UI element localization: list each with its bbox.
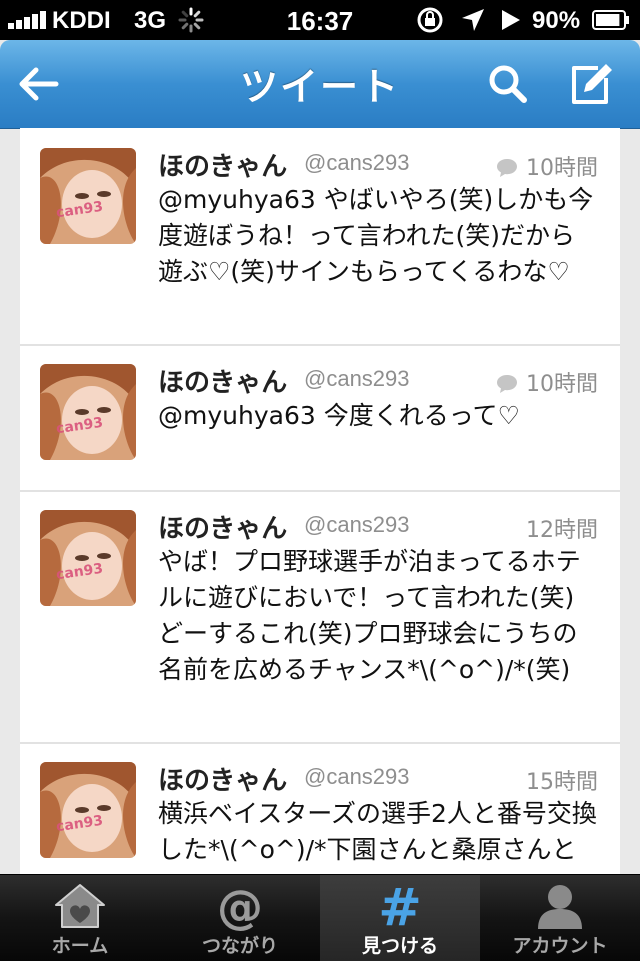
tweet-time-label: 15時間: [526, 770, 598, 795]
tweet-author-name: ほのきゃん: [158, 766, 288, 796]
tweet-item[interactable]: can93 ほのきゃん @cans293 15時間 横浜ベイスターズの選手2人と…: [20, 742, 620, 874]
tweet-author-handle: @cans293: [304, 764, 410, 789]
avatar[interactable]: can93: [40, 510, 136, 606]
tweet-text: 横浜ベイスターズの選手2人と番号交換した*\(^o^)/*下園さんと桑原さんと: [158, 799, 597, 864]
tweet-item[interactable]: can93 ほのきゃん @cans293 10時間 @myuhya63 今度くれ…: [20, 344, 620, 492]
svg-text:#: #: [378, 881, 422, 931]
tweet-author-handle: @cans293: [304, 150, 410, 175]
location-arrow-icon: [462, 9, 484, 31]
tweet-author-name: ほのきゃん: [158, 152, 288, 182]
tab-connect[interactable]: @ つながり: [160, 875, 320, 961]
tab-home[interactable]: ホーム: [0, 875, 160, 961]
tweet-item[interactable]: can93 ほのきゃん @cans293 10時間 @myuhya63 やばいや…: [20, 128, 620, 346]
status-bar: KDDI 3G 16:37 90%: [0, 0, 640, 40]
tweet-text: @myuhya63 やばいやろ(笑)しかも今度遊ぼうね！って言われた(笑)だから…: [158, 185, 594, 286]
at-sign-icon: @: [217, 881, 263, 931]
conversation-bubble-icon: [497, 159, 517, 177]
tab-account-label: アカウント: [512, 935, 608, 957]
play-icon: [502, 10, 520, 30]
tweet-item[interactable]: can93 ほのきゃん @cans293 12時間 やば！プロ野球選手が泊まって…: [20, 490, 620, 744]
tweet-time: 10時間: [496, 366, 598, 398]
compose-icon[interactable]: [568, 60, 616, 108]
nav-bar: ツイート: [0, 40, 640, 129]
tweet-time: 12時間: [526, 512, 598, 544]
tab-bar: ホーム @ つながり # 見つける アカウント: [0, 874, 640, 961]
svg-text:@: @: [217, 881, 263, 931]
battery-percent: 90%: [532, 7, 581, 34]
tab-account[interactable]: アカウント: [480, 875, 640, 961]
page-title: ツイート: [239, 65, 400, 109]
tab-connect-label: つながり: [201, 935, 278, 957]
home-icon: [55, 884, 105, 928]
tab-home-label: ホーム: [51, 935, 109, 957]
tweet-author-name: ほのきゃん: [158, 514, 288, 544]
avatar[interactable]: can93: [40, 148, 136, 244]
tweet-timeline[interactable]: can93 ほのきゃん @cans293 10時間 @myuhya63 やばいや…: [20, 128, 620, 874]
tab-discover[interactable]: # 見つける: [320, 875, 480, 961]
rotation-lock-icon: [417, 7, 443, 33]
tweet-time: 15時間: [526, 764, 598, 796]
conversation-bubble-icon: [497, 375, 517, 393]
tweet-text: @myuhya63 今度くれるって♡: [158, 401, 520, 430]
person-icon: [538, 885, 582, 929]
tweet-time-label: 10時間: [526, 372, 598, 397]
avatar[interactable]: can93: [40, 762, 136, 858]
hashtag-icon: #: [378, 881, 422, 931]
tweet-author-name: ほのきゃん: [158, 368, 288, 398]
tweet-time-label: 10時間: [526, 156, 598, 181]
tweet-text: やば！プロ野球選手が泊まってるホテルに遊びにおいで！って言われた(笑)どーするこ…: [158, 547, 581, 684]
search-icon[interactable]: [484, 60, 532, 108]
battery-icon: [592, 10, 629, 30]
tweet-time: 10時間: [496, 150, 598, 182]
tweet-time-label: 12時間: [526, 518, 598, 543]
tab-discover-label: 見つける: [361, 935, 438, 957]
tweet-author-handle: @cans293: [304, 512, 410, 537]
tweet-author-handle: @cans293: [304, 366, 410, 391]
avatar[interactable]: can93: [40, 364, 136, 460]
